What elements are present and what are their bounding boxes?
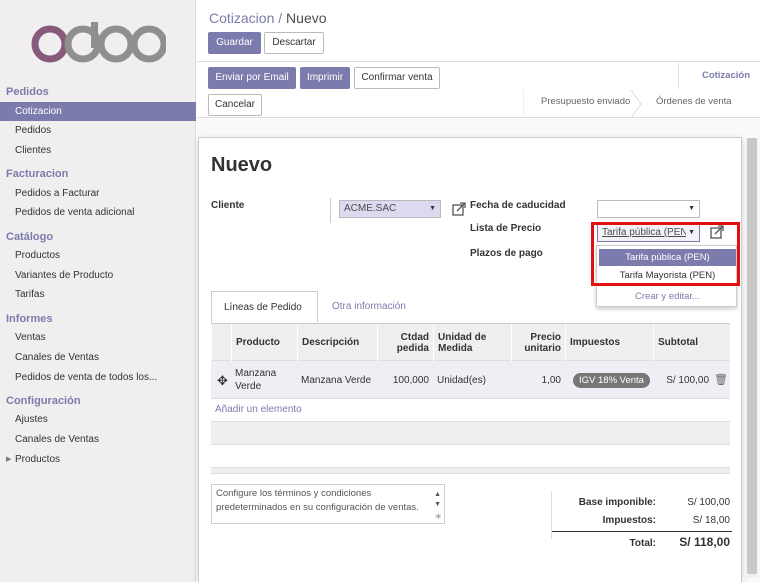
tab-otra-informacion[interactable]: Otra información — [320, 291, 418, 323]
print-button[interactable]: Imprimir — [300, 67, 350, 89]
table-footer — [211, 467, 730, 474]
column-header-producto[interactable]: Producto — [231, 324, 297, 361]
sidebar-section-catalogo: Catálogo — [6, 231, 54, 243]
sidebar-item-variantes[interactable]: Variantes de Producto — [0, 266, 196, 285]
sidebar-item-ajustes[interactable]: Ajustes — [0, 410, 196, 429]
cell-producto[interactable]: Manzana Verde — [231, 361, 297, 399]
table-row[interactable]: ✥ Manzana Verde Manzana Verde 100,000 Un… — [211, 361, 730, 399]
cancel-button[interactable]: Cancelar — [208, 94, 262, 116]
chevron-down-icon: ▼ — [429, 205, 436, 212]
column-header-unidad[interactable]: Unidad de Medida — [433, 324, 511, 361]
sidebar-item-label: Productos — [15, 454, 61, 465]
record-title: Nuevo — [211, 154, 273, 176]
smart-button-cotizacion[interactable]: Cotización — [678, 63, 760, 89]
sidebar-item-canales-ventas[interactable]: Canales de Ventas — [0, 348, 196, 367]
send-email-button[interactable]: Enviar por Email — [208, 67, 296, 89]
handle-column-header — [211, 324, 231, 361]
sidebar-section-pedidos: Pedidos — [6, 86, 49, 98]
sidebar-item-productos[interactable]: Productos — [0, 246, 196, 265]
sidebar-section-configuracion: Configuración — [6, 395, 81, 407]
column-header-precio[interactable]: Precio unitario — [511, 324, 565, 361]
annotation-highlight-box — [591, 222, 740, 286]
breadcrumb-separator: / — [278, 10, 283, 26]
sidebar-item-pedidos-a-facturar[interactable]: Pedidos a Facturar — [0, 184, 196, 203]
cell-descripcion[interactable]: Manzana Verde — [297, 361, 377, 399]
sidebar-item-clientes[interactable]: Clientes — [0, 141, 196, 160]
odoo-logo[interactable] — [30, 22, 166, 64]
add-line-link[interactable]: Añadir un elemento — [215, 404, 302, 415]
cell-cantidad[interactable]: 100,000 — [377, 361, 433, 399]
trash-icon[interactable]: 🗑 — [713, 361, 729, 399]
column-header-descripcion[interactable]: Descripción — [297, 324, 377, 361]
plazos-pago-label: Plazos de pago — [470, 248, 543, 259]
cell-precio[interactable]: 1,00 — [511, 361, 565, 399]
fecha-caducidad-label: Fecha de caducidad — [470, 200, 566, 211]
sidebar: Pedidos Cotizacion Pedidos Clientes Fact… — [0, 0, 196, 582]
cell-subtotal: S/ 100,00 — [666, 374, 709, 386]
scrollbar[interactable] — [746, 138, 758, 578]
total-label: Total: — [629, 538, 656, 549]
breadcrumb-parent[interactable]: Cotizacion — [209, 10, 274, 26]
sidebar-item-cotizacion[interactable]: Cotizacion — [0, 102, 196, 121]
sidebar-item-pedidos-venta-adicional[interactable]: Pedidos de venta adicional — [0, 203, 196, 222]
scrollbar-thumb[interactable] — [747, 138, 757, 574]
tab-lineas-pedido[interactable]: Líneas de Pedido — [211, 291, 318, 323]
stage-presupuesto-enviado[interactable]: Presupuesto enviado — [541, 96, 630, 107]
sidebar-item-pedidos-todos[interactable]: Pedidos de venta de todos los... — [0, 368, 196, 387]
form-sheet: Nuevo Cliente ACME.SAC ▼ Fecha de caduci… — [198, 137, 742, 582]
status-bar: Enviar por Email Imprimir Confirmar vent… — [197, 63, 760, 118]
stage-ordenes-de-venta[interactable]: Órdenes de venta — [656, 96, 732, 107]
totals-separator — [552, 531, 732, 532]
drag-handle-icon[interactable]: ✥ — [213, 361, 231, 399]
tax-badge: IGV 18% Venta — [573, 372, 650, 388]
base-imponible-value: S/ 100,00 — [687, 497, 730, 508]
impuestos-value: S/ 18,00 — [692, 515, 730, 526]
empty-table-row — [211, 421, 730, 445]
breadcrumb: Cotizacion / Nuevo — [209, 10, 327, 26]
field-divider — [330, 198, 331, 223]
column-header-subtotal[interactable]: Subtotal — [653, 324, 713, 361]
lista-precio-label: Lista de Precio — [470, 223, 542, 234]
column-header-cantidad[interactable]: Ctdad pedida — [377, 324, 433, 361]
resize-handle-icon[interactable]: ∗ — [434, 509, 442, 523]
control-panel: Cotizacion / Nuevo Guardar Descartar — [197, 0, 760, 62]
base-imponible-label: Base imponible: — [578, 497, 656, 508]
fecha-caducidad-select[interactable]: ▼ — [597, 200, 700, 218]
sidebar-section-informes: Informes — [6, 313, 53, 325]
sidebar-section-facturacion: Facturacion — [6, 168, 69, 180]
cell-impuestos[interactable]: IGV 18% Venta — [569, 361, 650, 399]
terms-text: Configure los términos y condiciones pre… — [216, 488, 419, 513]
discard-button[interactable]: Descartar — [264, 32, 324, 54]
sidebar-item-canales-ventas-config[interactable]: Canales de Ventas — [0, 430, 196, 449]
column-header-impuestos[interactable]: Impuestos — [565, 324, 653, 361]
form-background: Nuevo Cliente ACME.SAC ▼ Fecha de caduci… — [197, 119, 760, 582]
table-header: Producto Descripción Ctdad pedida Unidad… — [211, 324, 730, 361]
total-value: S/ 118,00 — [679, 535, 730, 549]
sidebar-item-pedidos[interactable]: Pedidos — [0, 121, 196, 140]
chevron-down-icon: ▼ — [688, 205, 695, 212]
impuestos-label: Impuestos: — [602, 515, 656, 526]
sidebar-item-tarifas[interactable]: Tarifas — [0, 285, 196, 304]
cliente-select[interactable]: ACME.SAC ▼ — [339, 200, 441, 218]
cliente-value: ACME.SAC — [344, 203, 397, 214]
breadcrumb-current: Nuevo — [286, 10, 327, 26]
cell-unidad[interactable]: Unidad(es) — [433, 361, 511, 399]
caret-right-icon: ▶ — [6, 456, 12, 463]
confirm-sale-button[interactable]: Confirmar venta — [354, 67, 440, 89]
terms-textarea[interactable]: Configure los términos y condiciones pre… — [211, 484, 445, 524]
sidebar-item-productos-config[interactable]: ▶ Productos — [0, 450, 196, 469]
cliente-label: Cliente — [211, 200, 245, 211]
dropdown-create-edit[interactable]: Crear y editar... — [599, 288, 736, 305]
external-link-icon[interactable] — [452, 202, 466, 216]
sidebar-item-ventas[interactable]: Ventas — [0, 328, 196, 347]
save-button[interactable]: Guardar — [208, 32, 261, 54]
